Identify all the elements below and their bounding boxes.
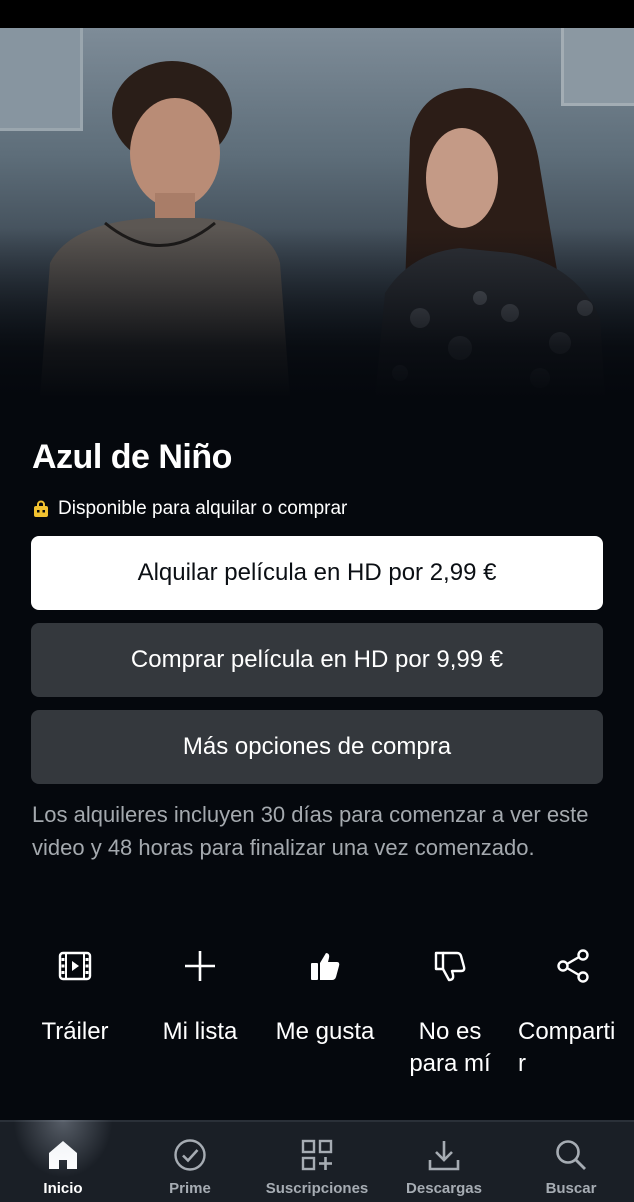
more-options-label: Más opciones de compra xyxy=(182,733,452,760)
availability-row: Disponible para alquilar o comprar xyxy=(32,498,347,520)
hero-image xyxy=(0,28,634,398)
nav-home[interactable]: Inicio xyxy=(0,1120,126,1202)
detail-content: Azul de Niño Disponible para alquilar o … xyxy=(0,398,634,1120)
like-label: Me gusta xyxy=(275,1018,375,1045)
nav-downloads-label: Descargas xyxy=(406,1180,482,1197)
active-glow xyxy=(13,1120,113,1178)
more-purchase-options-button[interactable]: Más opciones de compra xyxy=(31,710,603,784)
search-icon xyxy=(508,1122,634,1172)
thumbs-up-icon xyxy=(263,946,387,986)
rent-hd-label: Alquilar película en HD por 2,99 € xyxy=(137,559,497,586)
shopping-bag-icon xyxy=(32,500,50,518)
buy-hd-button[interactable]: Comprar película en HD por 9,99 € xyxy=(31,623,603,697)
film-icon xyxy=(13,946,137,986)
grid-plus-icon xyxy=(254,1122,380,1172)
like-button[interactable]: Me gusta xyxy=(263,946,387,1048)
nav-home-label: Inicio xyxy=(43,1180,83,1197)
share-label: Comparti r xyxy=(518,1018,616,1077)
nav-subscriptions-label: Suscripciones xyxy=(265,1180,369,1197)
plus-icon xyxy=(138,946,262,986)
movie-title: Azul de Niño xyxy=(32,438,232,476)
rent-hd-button[interactable]: Alquilar película en HD por 2,99 € xyxy=(31,536,603,610)
my-list-label: Mi lista xyxy=(162,1018,238,1045)
check-circle-icon xyxy=(127,1122,253,1172)
nav-subscriptions[interactable]: Suscripciones xyxy=(254,1122,380,1202)
hero-fade xyxy=(0,228,634,398)
share-icon xyxy=(500,946,624,986)
availability-text: Disponible para alquilar o comprar xyxy=(58,498,348,519)
download-icon xyxy=(381,1122,507,1172)
my-list-button[interactable]: Mi lista xyxy=(138,946,262,1048)
nav-prime-label: Prime xyxy=(169,1180,211,1197)
nav-search[interactable]: Buscar xyxy=(508,1122,634,1202)
bottom-nav: Inicio Prime Suscripciones Descargas Bus… xyxy=(0,1120,634,1202)
trailer-label: Tráiler xyxy=(41,1018,109,1045)
dislike-button[interactable]: No es para mí xyxy=(388,946,512,1080)
action-row: Tráiler Mi lista Me gusta No es para mí … xyxy=(0,946,634,1096)
thumbs-down-icon xyxy=(388,946,512,986)
nav-search-label: Buscar xyxy=(545,1180,597,1197)
share-button[interactable]: Comparti r xyxy=(500,946,624,1080)
rental-note: Los alquileres incluyen 30 días para com… xyxy=(32,802,589,860)
nav-downloads[interactable]: Descargas xyxy=(381,1122,507,1202)
dislike-label: No es para mí xyxy=(409,1018,491,1077)
nav-prime[interactable]: Prime xyxy=(127,1122,253,1202)
trailer-button[interactable]: Tráiler xyxy=(13,946,137,1048)
buy-hd-label: Comprar película en HD por 9,99 € xyxy=(130,646,504,673)
